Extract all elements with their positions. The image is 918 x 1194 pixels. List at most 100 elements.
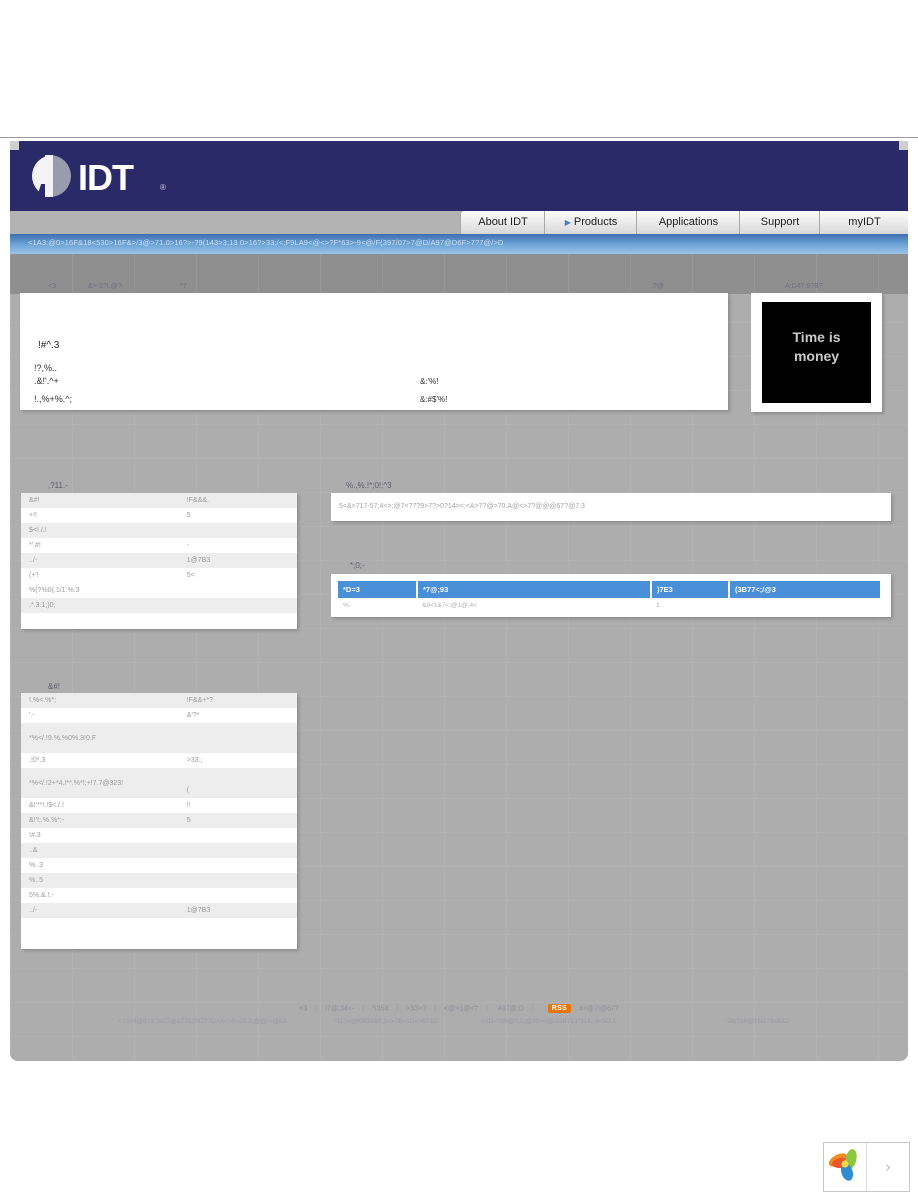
- product-intro-panel: !#^.3 !?,%.. .&!'.^+ !.,%+%.^; &:'%! &:#…: [20, 293, 728, 410]
- table-row: ../- 1@7B3: [21, 553, 297, 568]
- footer-separator: |: [434, 1005, 436, 1013]
- footer-separator: |: [531, 1005, 534, 1013]
- footer-separator: |: [362, 1005, 365, 1013]
- cell-key: %..5: [21, 873, 179, 888]
- floating-widget: ›: [823, 1142, 910, 1192]
- cell-value: [178, 843, 297, 858]
- cell-value: 5<: [186, 572, 195, 579]
- overview-section-caption: %.,%.!*;0!;^3: [346, 481, 392, 490]
- specs-table: !.%<.%*; !F&&+*? '.- &'?* *%</.!9.%.%0%.…: [21, 693, 297, 918]
- content-background-top-band: [10, 254, 908, 294]
- ad-banner[interactable]: Time is money: [751, 293, 882, 412]
- cell-key: &!'**!.!$<./.!: [29, 802, 64, 809]
- cell-value: 5: [178, 813, 297, 828]
- col-header-title[interactable]: *7@;93: [417, 581, 652, 598]
- page-top-whitespace: [0, 0, 918, 137]
- table-row: !#.3: [21, 828, 297, 843]
- cell-title[interactable]: &9<1&7<;@1@;4<: [417, 598, 651, 613]
- cell-key: 5%.&.!.-: [29, 892, 54, 899]
- cell-key: ../-: [21, 903, 179, 918]
- cell-key: &#!: [21, 493, 179, 508]
- table-row: $<!./.!: [21, 523, 297, 538]
- nav-tab-applications-label: Applications: [658, 216, 719, 228]
- cell-value: !F&&+*?: [178, 693, 297, 708]
- page-top-divider: [0, 137, 918, 138]
- cell-value: !!: [186, 802, 191, 809]
- cell-value: [179, 828, 297, 843]
- footer-legal-1: +?3<4@67X'3077@1775;?47?7D<A<>5>33.3;@@;…: [118, 1018, 287, 1025]
- table-row: .!0*.3 >33.;: [21, 753, 297, 768]
- page-shell: IDT ® English|简体中文|日本語 ▶GO <@/1@ *F :B37…: [10, 141, 908, 1061]
- cell-value: !F&&&.: [178, 493, 297, 508]
- col-header-size[interactable]: )7E3: [651, 581, 730, 598]
- cell-key: !#.3: [29, 832, 41, 839]
- col-header-date[interactable]: (3B77<;/@3: [729, 581, 880, 598]
- overview-text: 5<&>717-57;4<>;@7<?7?9>7?>0?14><;<A>7?@>…: [339, 503, 585, 510]
- table-header-row: *D=3 *7@;93 )7E3 (3B77<;/@3: [338, 581, 880, 598]
- cell-value: [178, 598, 297, 613]
- cell-key: '.-: [29, 712, 35, 719]
- datatable-section-caption: *;0;-: [350, 561, 365, 570]
- table-row: (+'! 5<: [21, 568, 297, 583]
- widget-next-button[interactable]: ›: [867, 1143, 909, 1191]
- product-title: !#^.3: [38, 340, 60, 351]
- documents-table: *D=3 *7@;93 )7E3 (3B77<;/@3 %- &9<1&7<;@…: [338, 581, 880, 613]
- cell-key: %(?%0(.1/1.%.3: [29, 587, 80, 594]
- features-table-panel: &#! !F&&&. +!! 5 $<!./.! *'.#! - ../- 1@…: [21, 493, 297, 629]
- footer-link-4[interactable]: >33>?: [406, 1005, 426, 1012]
- nav-tab-support[interactable]: Support: [739, 211, 820, 234]
- table-row: &!'!;.%.%*;- 5: [21, 813, 297, 828]
- table-row: *%</.!2+*4.!**.%*!;+!7.7@323! (: [21, 768, 297, 798]
- nav-tab-support-label: Support: [760, 216, 800, 228]
- ad-banner-text: Time is money: [762, 328, 871, 366]
- cell-key: *%</.!9.%.%0%.3!0.F: [21, 723, 179, 753]
- cell-size: 1: [656, 602, 660, 609]
- ghost-text-4: .?@: [651, 283, 664, 290]
- header-corner-right: [899, 141, 908, 150]
- site-header: IDT ®: [10, 141, 908, 211]
- nav-tab-products-label: Products: [573, 216, 618, 228]
- logo-registered-mark: ®: [160, 183, 166, 192]
- petal-flower-icon[interactable]: [824, 1143, 867, 1191]
- col-header-type[interactable]: *D=3: [338, 581, 418, 598]
- main-navigation: About IDT ▶ Products Applications Support…: [460, 211, 908, 234]
- overview-panel: 5<&>717-57;4<>;@7<?7?9>7?>0?14><;<A>7?@>…: [331, 493, 891, 521]
- cell-value: 5: [186, 512, 191, 519]
- cell-key: %..3: [29, 862, 44, 869]
- footer-link-5[interactable]: <@>1@<?: [444, 1005, 478, 1012]
- cell-value: &'?*: [186, 712, 200, 719]
- documents-table-panel: *D=3 *7@;93 )7E3 (3B77<;/@3 %- &9<1&7<;@…: [331, 574, 891, 617]
- cell-key: $<!./.!: [21, 523, 179, 538]
- table-row: %..5: [21, 873, 297, 888]
- chevron-right-icon: ›: [885, 1158, 891, 1176]
- table-row: 5%.&.!.-: [21, 888, 297, 903]
- nav-tab-myidt[interactable]: myIDT: [819, 211, 908, 234]
- cell-key: .!0*.3: [29, 757, 46, 764]
- footer-legal-2: ?113<@/093A9?;2<>7B<1D<>971D: [333, 1018, 438, 1025]
- cell-key: (+'!: [29, 572, 39, 579]
- idt-circle-mark-icon: [32, 155, 72, 197]
- table-row: &#! !F&&&.: [21, 493, 297, 508]
- cell-value: -: [186, 542, 190, 549]
- idt-logo[interactable]: IDT ®: [32, 153, 182, 199]
- intro-line-1: !?,%..: [34, 363, 58, 373]
- nav-tab-applications[interactable]: Applications: [636, 211, 740, 234]
- footer-links-row: <3 | !7@;34<- | *!354 | >33>? | <@>1@<? | 'A97@;D |…: [10, 1004, 908, 1013]
- footer-link-3[interactable]: *!354: [372, 1005, 388, 1012]
- ad-banner-line-1: Time is: [792, 329, 841, 345]
- cell-value: [178, 523, 297, 538]
- cell-value: >33.;: [186, 757, 203, 764]
- ghost-text-2: &>-2?L@?: [88, 283, 122, 290]
- nav-tab-about-idt[interactable]: About IDT: [460, 211, 545, 234]
- footer-link-2[interactable]: !7@;34<-: [325, 1005, 354, 1012]
- nav-tab-products[interactable]: ▶ Products: [544, 211, 637, 234]
- ghost-text-3: *?: [180, 283, 187, 290]
- ad-banner-line-2: money: [793, 348, 840, 364]
- table-row: %(?%0(.1/1.%.3: [21, 583, 297, 598]
- footer-link-6[interactable]: 'A97@;D: [496, 1005, 524, 1012]
- table-row: &!'**!.!$<./.! !!: [21, 798, 297, 813]
- cell-value: [179, 583, 297, 598]
- rss-badge[interactable]: RSS: [547, 1004, 572, 1013]
- cell-key: *'.#!: [29, 542, 41, 549]
- table-row: %- &9<1&7<;@1@;4< 1: [338, 598, 880, 613]
